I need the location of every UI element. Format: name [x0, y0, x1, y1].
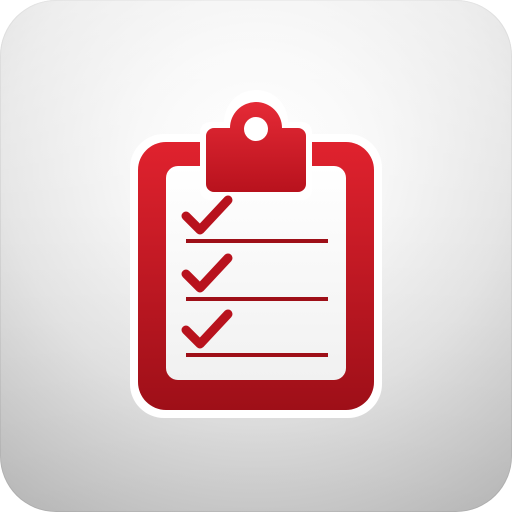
clip-red: [206, 102, 306, 192]
clipboard-checklist-icon: [130, 90, 382, 418]
app-icon-tile[interactable]: [0, 0, 512, 512]
clip-hole: [244, 117, 268, 141]
